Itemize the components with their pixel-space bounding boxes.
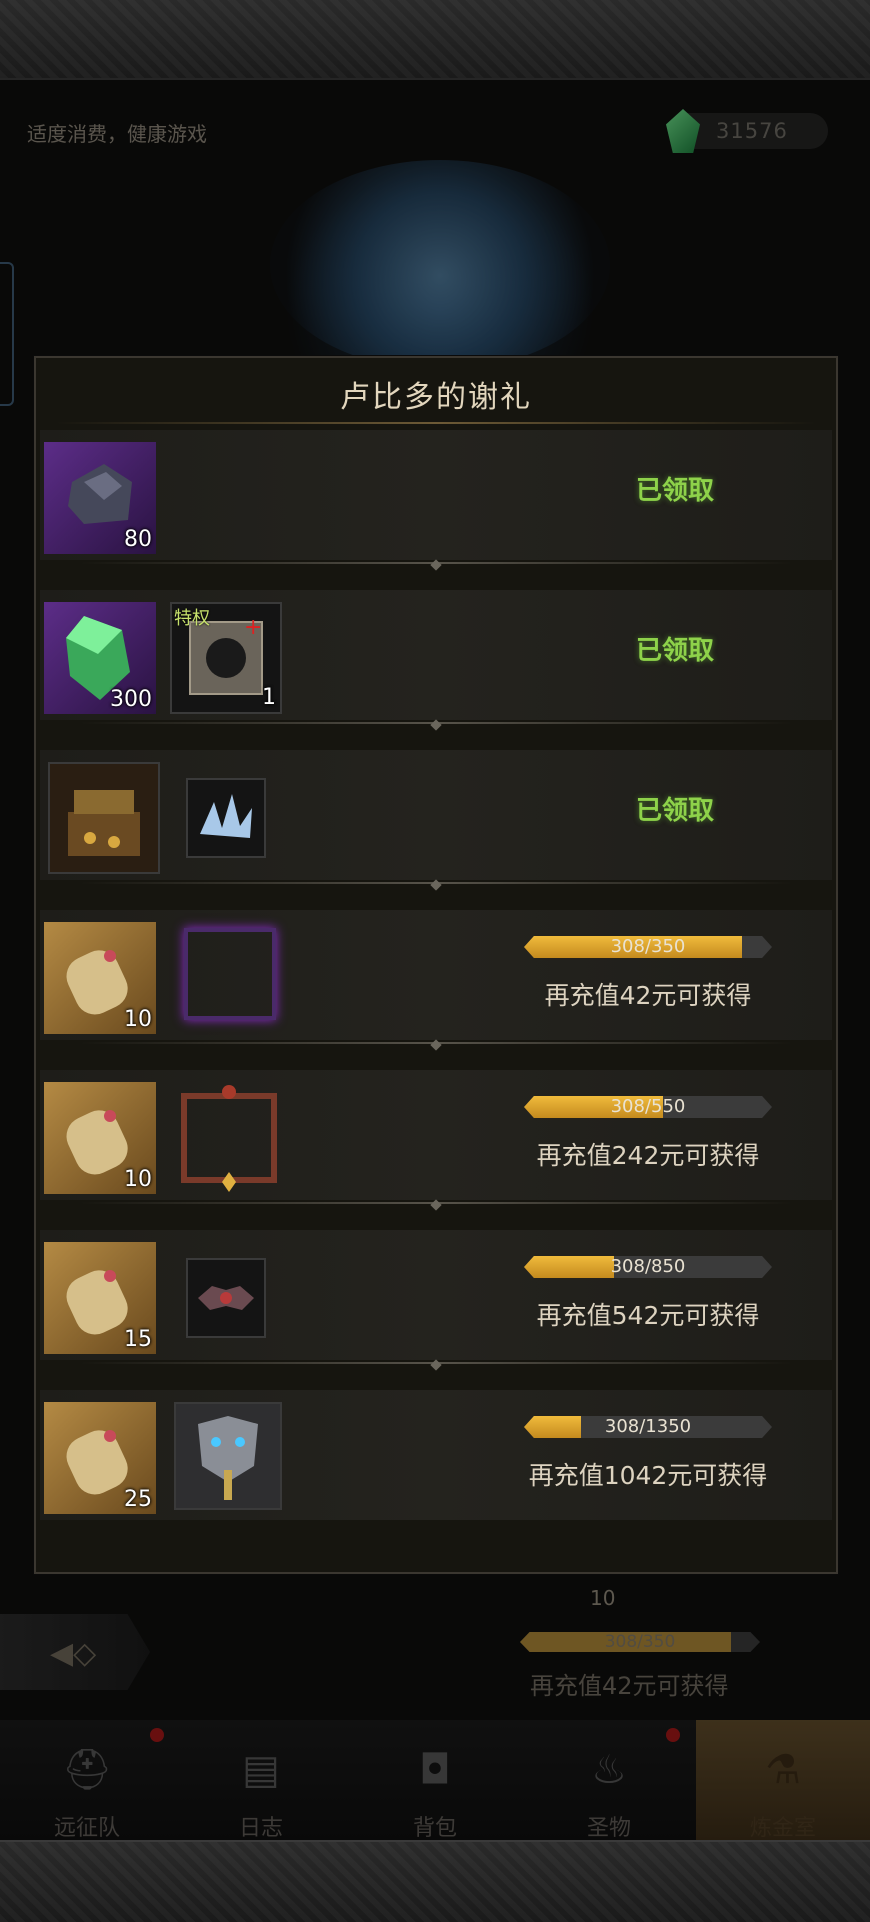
- recharge-hint: 再充值1042元可获得: [528, 1461, 768, 1490]
- reward-row: 15 308/850 再充值542元可获得: [40, 1230, 832, 1371]
- progress-label: 308/1350: [604, 1416, 692, 1437]
- progress-bar: 308/850: [524, 1256, 772, 1278]
- svg-text:+: +: [244, 615, 262, 640]
- reward-row: 10 308/350 再充值42元可获得: [40, 910, 832, 1051]
- item-count: 10: [124, 1007, 152, 1032]
- treasure-chest-graphic: [68, 790, 140, 856]
- item-count: 1: [262, 685, 276, 710]
- top-frame: [0, 0, 870, 80]
- modal-title: 卢比多的谢礼: [340, 380, 532, 415]
- item-count: 300: [110, 687, 152, 712]
- scroll-icon[interactable]: 15: [44, 1242, 156, 1354]
- ice-crystal-icon[interactable]: [186, 778, 266, 858]
- silver-mask-graphic: [198, 1416, 258, 1500]
- demon-emblem-icon[interactable]: [186, 1258, 266, 1338]
- progress-label: 308/350: [610, 936, 686, 957]
- item-count: 15: [124, 1327, 152, 1352]
- item-count: 10: [124, 1167, 152, 1192]
- reward-row: 已领取: [40, 750, 832, 891]
- ice-crystal-graphic: [200, 794, 252, 838]
- reward-row: 300 + 特权 1 已领取: [40, 590, 832, 731]
- progress-label: 308/550: [610, 1096, 686, 1117]
- silver-mask-icon[interactable]: [174, 1402, 282, 1510]
- scroll-icon[interactable]: 10: [44, 1082, 156, 1194]
- privilege-tag: 特权: [174, 608, 210, 629]
- bottom-frame: [0, 1840, 870, 1922]
- recharge-hint: 再充值42元可获得: [544, 981, 752, 1010]
- demon-emblem-graphic: [198, 1286, 254, 1310]
- recharge-hint: 再充值542元可获得: [536, 1301, 760, 1330]
- reward-row: 80 已领取: [40, 430, 832, 571]
- reward-modal: 卢比多的谢礼 80 已领取 300 + 特权 1 已领取 已领取 10 308/…: [34, 356, 838, 1574]
- scroll-icon[interactable]: 10: [44, 922, 156, 1034]
- purple-frame-icon[interactable]: [184, 928, 276, 1020]
- progress-bar: 308/550: [524, 1096, 772, 1118]
- reward-row: 25 308/1350 再充值1042元可获得: [40, 1390, 832, 1520]
- ore-icon[interactable]: 80: [44, 442, 156, 554]
- item-count: 25: [124, 1487, 152, 1512]
- privilege-card-icon[interactable]: + 特权 1: [170, 602, 282, 714]
- progress-label: 308/850: [610, 1256, 686, 1277]
- green-crystal-icon[interactable]: 300: [44, 602, 156, 714]
- ornate-frame-icon[interactable]: [170, 1082, 288, 1194]
- treasure-chest-icon[interactable]: [48, 762, 160, 874]
- claimed-status: 已领取: [636, 796, 715, 826]
- progress-bar: 308/1350: [524, 1416, 772, 1438]
- claimed-status: 已领取: [636, 636, 715, 666]
- ornate-frame-graphic: [181, 1085, 277, 1192]
- reward-row: 10 308/550 再充值242元可获得: [40, 1070, 832, 1211]
- item-count: 80: [124, 527, 152, 552]
- claimed-status: 已领取: [636, 476, 715, 506]
- scroll-icon[interactable]: 25: [44, 1402, 156, 1514]
- title-divider: [56, 422, 816, 424]
- progress-bar: 308/350: [524, 936, 772, 958]
- recharge-hint: 再充值242元可获得: [536, 1141, 760, 1170]
